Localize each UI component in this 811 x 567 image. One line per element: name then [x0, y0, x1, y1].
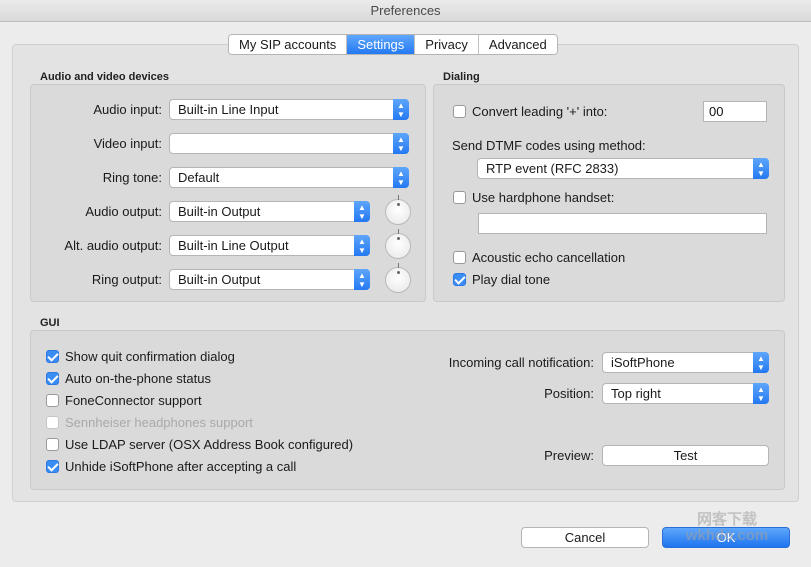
position-select[interactable]: Top right ▲ ▼	[602, 383, 769, 404]
dial-tone-checkbox[interactable]: Play dial tone	[453, 272, 550, 287]
dialing-group-title: Dialing	[443, 71, 480, 83]
updown-arrows-icon: ▲ ▼	[354, 235, 370, 256]
ring-output-select[interactable]: Built-in Output ▲ ▼	[169, 269, 370, 290]
preferences-tabs: My SIP accounts Settings Privacy Advance…	[228, 34, 558, 55]
gui-option-label: Sennheiser headphones support	[65, 415, 253, 430]
updown-arrows-icon: ▲ ▼	[354, 201, 370, 222]
convert-plus-field[interactable]: 00	[703, 101, 767, 122]
audio-input-label: Audio input:	[93, 102, 162, 117]
checkbox-box	[453, 251, 466, 264]
audio-output-volume-knob[interactable]	[385, 195, 411, 225]
alt-audio-output-select[interactable]: Built-in Line Output ▲ ▼	[169, 235, 370, 256]
checkbox-box	[46, 416, 59, 429]
checkbox-box	[453, 105, 466, 118]
sennheiser-checkbox: Sennheiser headphones support	[46, 415, 253, 430]
hardphone-field[interactable]	[478, 213, 767, 234]
video-input-select[interactable]: ▲ ▼	[169, 133, 409, 154]
window-title-bar: Preferences	[0, 0, 811, 22]
checkbox-box-checked	[46, 350, 59, 363]
tab-my-sip-accounts[interactable]: My SIP accounts	[229, 35, 348, 54]
gui-option-label: Use LDAP server (OSX Address Book config…	[65, 437, 354, 452]
alt-audio-output-label: Alt. audio output:	[64, 238, 162, 253]
test-button[interactable]: Test	[602, 445, 769, 466]
audio-input-select[interactable]: Built-in Line Input ▲ ▼	[169, 99, 409, 120]
updown-arrows-icon: ▲ ▼	[393, 133, 409, 154]
updown-arrows-icon: ▲ ▼	[393, 167, 409, 188]
ring-output-value: Built-in Output	[178, 272, 261, 287]
checkbox-box-checked	[453, 273, 466, 286]
cancel-button[interactable]: Cancel	[521, 527, 649, 548]
preview-label: Preview:	[544, 448, 594, 463]
audio-output-label: Audio output:	[85, 204, 162, 219]
checkbox-box	[453, 191, 466, 204]
tab-settings[interactable]: Settings	[347, 35, 416, 54]
notification-label: Incoming call notification:	[448, 355, 594, 370]
checkbox-box-checked	[46, 460, 59, 473]
ldap-checkbox[interactable]: Use LDAP server (OSX Address Book config…	[46, 437, 353, 452]
ring-tone-value: Default	[178, 170, 220, 185]
updown-arrows-icon: ▲ ▼	[753, 383, 769, 404]
gui-option-label: FoneConnector support	[65, 393, 202, 408]
alt-audio-output-volume-knob[interactable]	[385, 229, 411, 259]
echo-cancel-checkbox[interactable]: Acoustic echo cancellation	[453, 250, 625, 265]
foneconnector-checkbox[interactable]: FoneConnector support	[46, 393, 202, 408]
gui-group-title: GUI	[40, 317, 60, 329]
ring-tone-select[interactable]: Default ▲ ▼	[169, 167, 409, 188]
position-label: Position:	[544, 386, 594, 401]
updown-arrows-icon: ▲ ▼	[753, 352, 769, 373]
ok-button[interactable]: OK	[662, 527, 790, 548]
echo-cancel-label: Acoustic echo cancellation	[472, 250, 626, 265]
notification-select[interactable]: iSoftPhone ▲ ▼	[602, 352, 769, 373]
unhide-checkbox[interactable]: Unhide iSoftPhone after accepting a call	[46, 459, 296, 474]
tab-advanced[interactable]: Advanced	[478, 35, 557, 54]
checkbox-box	[46, 438, 59, 451]
convert-plus-label: Convert leading '+' into:	[472, 104, 608, 119]
dtmf-method-value: RTP event (RFC 2833)	[486, 161, 619, 176]
alt-audio-output-value: Built-in Line Output	[178, 238, 289, 253]
ring-output-volume-knob[interactable]	[385, 263, 411, 293]
dtmf-method-select[interactable]: RTP event (RFC 2833) ▲ ▼	[477, 158, 769, 179]
dial-tone-label: Play dial tone	[472, 272, 551, 287]
updown-arrows-icon: ▲ ▼	[753, 158, 769, 179]
gui-option-label: Show quit confirmation dialog	[65, 349, 235, 364]
updown-arrows-icon: ▲ ▼	[354, 269, 370, 290]
checkbox-box	[46, 394, 59, 407]
audio-output-value: Built-in Output	[178, 204, 261, 219]
convert-plus-checkbox[interactable]: Convert leading '+' into:	[453, 104, 607, 119]
ring-output-label: Ring output:	[91, 272, 162, 287]
devices-group-title: Audio and video devices	[40, 71, 169, 83]
tab-privacy[interactable]: Privacy	[415, 35, 479, 54]
notification-value: iSoftPhone	[611, 355, 675, 370]
auto-status-checkbox[interactable]: Auto on-the-phone status	[46, 371, 211, 386]
window-title: Preferences	[370, 3, 441, 18]
dtmf-method-label: Send DTMF codes using method:	[452, 138, 646, 153]
hardphone-checkbox[interactable]: Use hardphone handset:	[453, 190, 614, 205]
audio-input-value: Built-in Line Input	[178, 102, 279, 117]
ring-tone-label: Ring tone:	[102, 170, 162, 185]
video-input-label: Video input:	[93, 136, 162, 151]
gui-option-label: Unhide iSoftPhone after accepting a call	[65, 459, 297, 474]
watermark-line-1: 网客下载	[696, 511, 757, 528]
quit-confirmation-checkbox[interactable]: Show quit confirmation dialog	[46, 349, 235, 364]
audio-output-select[interactable]: Built-in Output ▲ ▼	[169, 201, 370, 222]
position-value: Top right	[611, 386, 661, 401]
hardphone-label: Use hardphone handset:	[472, 190, 615, 205]
updown-arrows-icon: ▲ ▼	[393, 99, 409, 120]
checkbox-box-checked	[46, 372, 59, 385]
gui-option-label: Auto on-the-phone status	[65, 371, 211, 386]
